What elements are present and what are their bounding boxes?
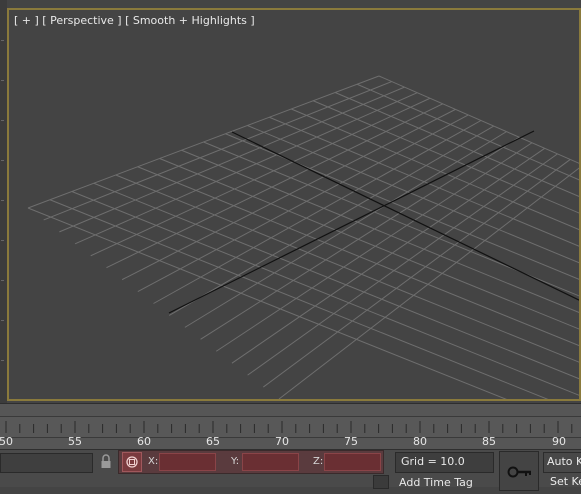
timeline-tick-label: 85	[482, 435, 496, 448]
timeline-ticks	[5, 421, 573, 433]
grid-line	[71, 191, 579, 396]
grid-line	[203, 141, 579, 297]
lock-icon[interactable]	[98, 453, 114, 471]
timeline-tick-label: 60	[137, 435, 151, 448]
timeline-tick-label: 70	[275, 435, 289, 448]
grid-line	[215, 142, 533, 352]
timeline-tick-label: 50	[0, 435, 13, 448]
timeline-tick-label: 65	[206, 435, 220, 448]
timeline-tick-label: 90	[552, 435, 566, 448]
x-label: X:	[148, 456, 159, 467]
grid-line	[231, 147, 546, 364]
crosshair-icon	[126, 456, 138, 468]
timeline-tick-label: 75	[344, 435, 358, 448]
key-icon	[507, 466, 531, 478]
grid-line	[137, 114, 469, 293]
left-edge-strip	[0, 0, 7, 403]
timeline-tick-label: 80	[413, 435, 427, 448]
auto-key-button[interactable]: Auto Key	[543, 452, 581, 473]
grid-axis-y	[168, 130, 535, 314]
grid-line	[59, 86, 405, 233]
grid-line	[334, 92, 579, 197]
grid-line	[181, 149, 579, 313]
timeline-tick-label: 55	[68, 435, 82, 448]
x-coord-field[interactable]	[159, 453, 216, 471]
z-coord-field[interactable]	[324, 453, 381, 471]
grid-line	[93, 182, 579, 380]
home-grid	[27, 75, 579, 399]
grid-line	[312, 100, 579, 214]
grid-spacing-readout: Grid = 10.0	[395, 452, 494, 473]
grid-line	[247, 125, 579, 264]
grid-line	[168, 125, 495, 316]
z-label: Z:	[313, 456, 324, 467]
set-key-mode-button[interactable]	[499, 451, 539, 491]
grid-line	[278, 167, 579, 399]
y-label: Y:	[231, 456, 240, 467]
grid-line	[269, 116, 579, 247]
time-tag-icon[interactable]	[373, 475, 389, 489]
grid-line	[153, 120, 482, 304]
grid-line	[247, 153, 558, 376]
timeline-ruler[interactable]: 50 55 60 65 70 75 80 85 90	[0, 403, 581, 450]
absolute-mode-toggle-button[interactable]	[122, 452, 142, 472]
viewport-label[interactable]: [ + ] [ Perspective ] [ Smooth + Highlig…	[14, 14, 255, 27]
set-key-button[interactable]: Set Key	[543, 475, 581, 489]
perspective-viewport[interactable]	[7, 8, 581, 401]
y-coord-field[interactable]	[242, 453, 299, 471]
selection-info-field[interactable]	[0, 453, 93, 473]
grid-line	[74, 92, 418, 245]
